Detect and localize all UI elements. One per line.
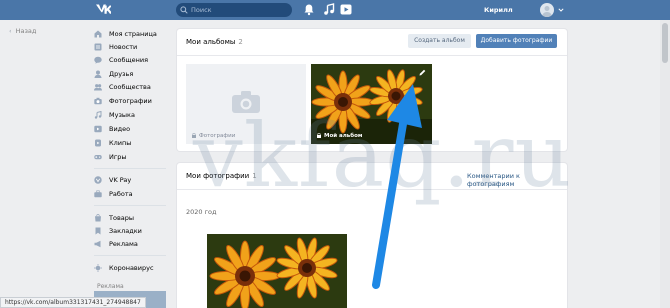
sidebar-divider [94,168,166,169]
sidebar-item-coronavirus[interactable]: Коронавирус [94,262,169,274]
vkpay-icon [94,176,102,184]
sidebar-item-vkpay[interactable]: VK Pay [94,174,169,186]
flower-photo-image [207,234,347,308]
sidebar-item-messages[interactable]: Сообщения [94,54,169,66]
megaphone-icon [94,240,101,248]
user-name[interactable]: Кирилл [484,0,513,20]
top-header: Поиск Кирилл [0,0,670,20]
sidebar-ad-label: Реклама [97,283,124,290]
sidebar-item-clips[interactable]: Клипы [94,137,169,149]
clips-icon [95,139,101,147]
video-icon[interactable] [340,3,352,16]
users-icon [94,84,102,91]
video-icon [94,125,102,133]
browser-status-url: https://vk.com/album331317431_274948847 [0,297,146,308]
sidebar-divider [94,255,166,256]
sidebar-item-video[interactable]: Видео [94,123,169,135]
sidebar-item-music[interactable]: Музыка [94,109,169,121]
chevron-down-icon[interactable] [558,7,564,13]
chevron-left-icon: ‹ [9,27,12,35]
avatar-silhouette-icon [542,6,552,17]
search-icon [180,6,188,14]
sidebar-item-photos[interactable]: Фотографии [94,95,169,107]
bell-icon[interactable] [303,3,315,16]
page-scrollbar[interactable] [660,20,670,308]
briefcase-icon [94,190,102,198]
games-icon [94,155,102,160]
sidebar-item-ads[interactable]: Реклама [94,238,169,250]
virus-icon [94,264,102,272]
home-icon [94,30,102,38]
news-icon [94,43,102,51]
sidebar-item-friends[interactable]: Друзья [94,68,169,80]
albums-title: Мои альбомы 2 [186,38,243,46]
scrollbar-thumb[interactable] [662,23,668,63]
sidebar-item-goods[interactable]: Товары [94,212,169,224]
sidebar-item-games[interactable]: Игры [94,151,169,163]
photo-thumbnail[interactable] [207,234,347,308]
search-placeholder: Поиск [191,6,212,14]
year-heading: 2020 год [186,208,217,216]
create-album-button[interactable]: Создать альбом [408,34,471,48]
music-icon[interactable] [323,3,335,16]
sidebar-divider [94,205,166,206]
sidebar-item-my-page[interactable]: Моя страница [94,28,169,40]
shop-icon [95,214,101,222]
sidebar-item-bookmarks[interactable]: Закладки [94,225,169,237]
back-link[interactable]: ‹ Назад [9,27,36,35]
panel-divider [177,55,567,56]
avatar[interactable] [540,3,554,17]
sidebar-item-work[interactable]: Работа [94,188,169,200]
message-icon [94,56,102,64]
albums-count: 2 [238,38,243,46]
edit-pencil-icon[interactable] [419,69,426,76]
bookmark-icon [95,227,101,235]
sidebar-item-communities[interactable]: Сообщества [94,81,169,93]
vk-logo-icon[interactable] [96,4,111,15]
music-icon [94,111,102,119]
sidebar-item-news[interactable]: Новости [94,41,169,53]
add-photos-button[interactable]: Добавить фотографии [476,34,557,48]
back-label: Назад [15,27,37,35]
user-icon [94,70,102,78]
annotation-arrow [372,84,422,289]
search-input[interactable]: Поиск [176,3,292,17]
camera-icon [94,97,102,105]
